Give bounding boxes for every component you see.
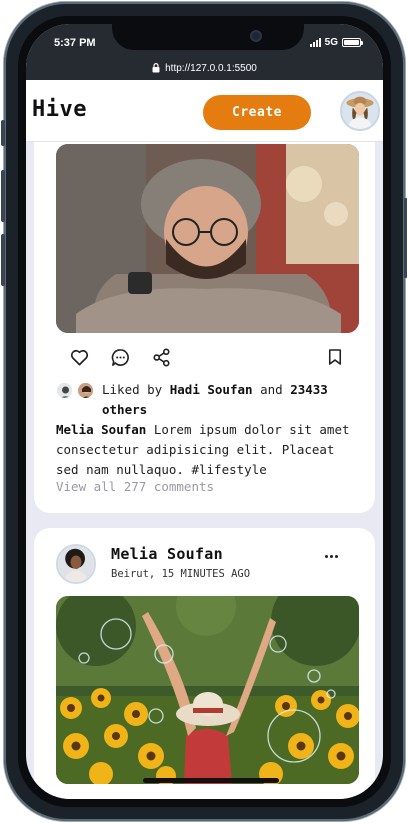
avatar-photo <box>342 93 378 129</box>
lock-icon <box>152 63 160 73</box>
post-location-time: Beirut, 15 MINUTES AGO <box>111 568 251 580</box>
phone-bezel: 5:37 PM 5G http://127.0.0.1:5500 Hive Cr… <box>18 16 391 807</box>
post-image[interactable] <box>56 144 359 333</box>
post-caption: Melia Soufan Lorem ipsum dolor sit amet … <box>56 420 361 480</box>
liked-count: 23433 <box>290 382 328 397</box>
battery-icon <box>342 38 363 47</box>
screen: 5:37 PM 5G http://127.0.0.1:5500 Hive Cr… <box>26 24 383 799</box>
bookmark-icon <box>328 349 342 365</box>
post-actions <box>34 346 375 370</box>
liker-avatar <box>77 382 94 399</box>
mute-switch <box>1 120 5 146</box>
post-photo-sunflowers <box>56 596 359 784</box>
share-button[interactable] <box>150 346 172 368</box>
liked-others-text: others <box>102 402 148 417</box>
volume-up-button <box>1 170 5 222</box>
create-button[interactable]: Create <box>203 95 311 130</box>
more-icon[interactable] <box>325 552 339 560</box>
volume-down-button <box>1 234 5 286</box>
liked-by-text: Liked by Hadi Soufan and 23433 <box>102 382 328 397</box>
home-indicator[interactable] <box>143 778 279 783</box>
notch <box>112 24 304 50</box>
bookmark-button[interactable] <box>324 346 346 368</box>
author-avatar[interactable] <box>56 544 96 584</box>
status-time: 5:37 PM <box>54 37 96 49</box>
phone-frame: 5:37 PM 5G http://127.0.0.1:5500 Hive Cr… <box>1 2 407 821</box>
post-actions <box>34 798 375 799</box>
post-author-name[interactable]: Melia Soufan <box>111 545 223 563</box>
status-indicators: 5G <box>309 37 363 48</box>
app-header: Hive Create <box>26 80 383 142</box>
post-image[interactable] <box>56 596 359 784</box>
like-button[interactable] <box>68 346 90 368</box>
comment-button[interactable] <box>109 346 131 368</box>
profile-avatar[interactable] <box>340 91 380 131</box>
liked-by-user-link[interactable]: Hadi Soufan <box>170 382 253 397</box>
share-icon <box>152 348 170 366</box>
caption-author[interactable]: Melia Soufan <box>56 422 146 437</box>
bookmark-button[interactable] <box>324 798 346 799</box>
feed: Liked by Hadi Soufan and 23433 others Me… <box>26 142 383 799</box>
signal-icon <box>309 38 321 47</box>
liker-avatar <box>56 382 73 399</box>
view-comments-link[interactable]: View all 277 comments <box>56 479 214 494</box>
post-card: Liked by Hadi Soufan and 23433 others Me… <box>34 142 375 513</box>
like-button[interactable] <box>68 798 90 799</box>
post-photo-man-glasses <box>56 144 359 333</box>
comment-button[interactable] <box>109 798 131 799</box>
share-button[interactable] <box>150 798 172 799</box>
network-label: 5G <box>324 37 338 48</box>
url-text: http://127.0.0.1:5500 <box>165 62 257 74</box>
heart-icon <box>70 349 88 365</box>
post-card: Melia Soufan Beirut, 15 MINUTES AGO <box>34 528 375 799</box>
url-bar[interactable]: http://127.0.0.1:5500 <box>26 58 383 78</box>
app-logo[interactable]: Hive <box>32 97 87 122</box>
camera-icon <box>250 30 262 42</box>
browser-top-bar: 5:37 PM 5G http://127.0.0.1:5500 <box>26 24 383 80</box>
comment-icon <box>111 348 129 366</box>
